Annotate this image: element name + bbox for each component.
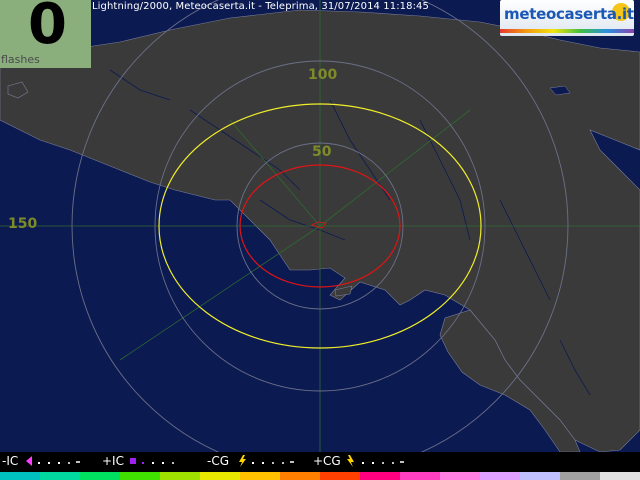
- rainbow-stripe: [500, 29, 634, 33]
- legend-label-neg-cg: -CG: [207, 454, 230, 468]
- ring-label-100: 100: [308, 67, 338, 83]
- age-color-swatch: [400, 472, 440, 480]
- age-dot: [392, 462, 394, 464]
- age-color-swatch: [240, 472, 280, 480]
- lightning-map-view: Lightning/2000, Meteocaserta.it - Telepr…: [0, 0, 640, 480]
- age-tick: [400, 461, 404, 463]
- age-dot: [38, 462, 40, 464]
- age-color-swatch: [200, 472, 240, 480]
- age-color-swatch: [600, 472, 640, 480]
- age-dot: [68, 462, 70, 464]
- age-color-scale: [0, 472, 640, 480]
- age-color-swatch: [40, 472, 80, 480]
- legend-label-neg-ic: -IC: [2, 454, 19, 468]
- pos-cg-bolt-icon: [347, 455, 354, 467]
- age-color-swatch: [360, 472, 400, 480]
- meteocaserta-logo[interactable]: meteocaserta.it: [500, 0, 634, 36]
- logo-text: meteocaserta.it: [504, 5, 634, 23]
- legend-label-pos-ic: +IC: [102, 454, 124, 468]
- age-dot: [262, 462, 264, 464]
- age-dot: [382, 462, 384, 464]
- legend-label-pos-cg: +CG: [313, 454, 341, 468]
- age-tick: [290, 461, 294, 463]
- flash-count-label: flashes: [1, 53, 40, 66]
- age-dot: [252, 462, 254, 464]
- legend-bar: -IC +IC -CG +CG: [0, 452, 640, 472]
- age-color-swatch: [80, 472, 120, 480]
- neg-cg-bolt-icon: [239, 455, 246, 467]
- ring-label-150: 150: [8, 216, 38, 232]
- age-dot: [372, 462, 374, 464]
- age-dot: [48, 462, 50, 464]
- age-dot: [272, 462, 274, 464]
- age-dot: [142, 462, 144, 464]
- age-color-swatch: [560, 472, 600, 480]
- ring-label-50: 50: [312, 144, 332, 160]
- age-tick: [76, 461, 80, 463]
- age-color-swatch: [120, 472, 160, 480]
- pos-ic-marker-icon: [130, 458, 136, 464]
- age-color-swatch: [520, 472, 560, 480]
- age-dot: [362, 462, 364, 464]
- age-dot: [58, 462, 60, 464]
- age-color-swatch: [480, 472, 520, 480]
- age-color-swatch: [160, 472, 200, 480]
- age-color-swatch: [320, 472, 360, 480]
- age-color-swatch: [0, 472, 40, 480]
- age-dot: [282, 462, 284, 464]
- header-title: Lightning/2000, Meteocaserta.it - Telepr…: [92, 1, 429, 12]
- age-color-swatch: [440, 472, 480, 480]
- flash-counter: 0 flashes: [0, 0, 91, 68]
- age-dot: [172, 462, 174, 464]
- flash-count: 0: [28, 0, 67, 57]
- age-color-swatch: [280, 472, 320, 480]
- age-dot: [162, 462, 164, 464]
- neg-ic-marker-icon: [26, 456, 32, 466]
- age-dot: [152, 462, 154, 464]
